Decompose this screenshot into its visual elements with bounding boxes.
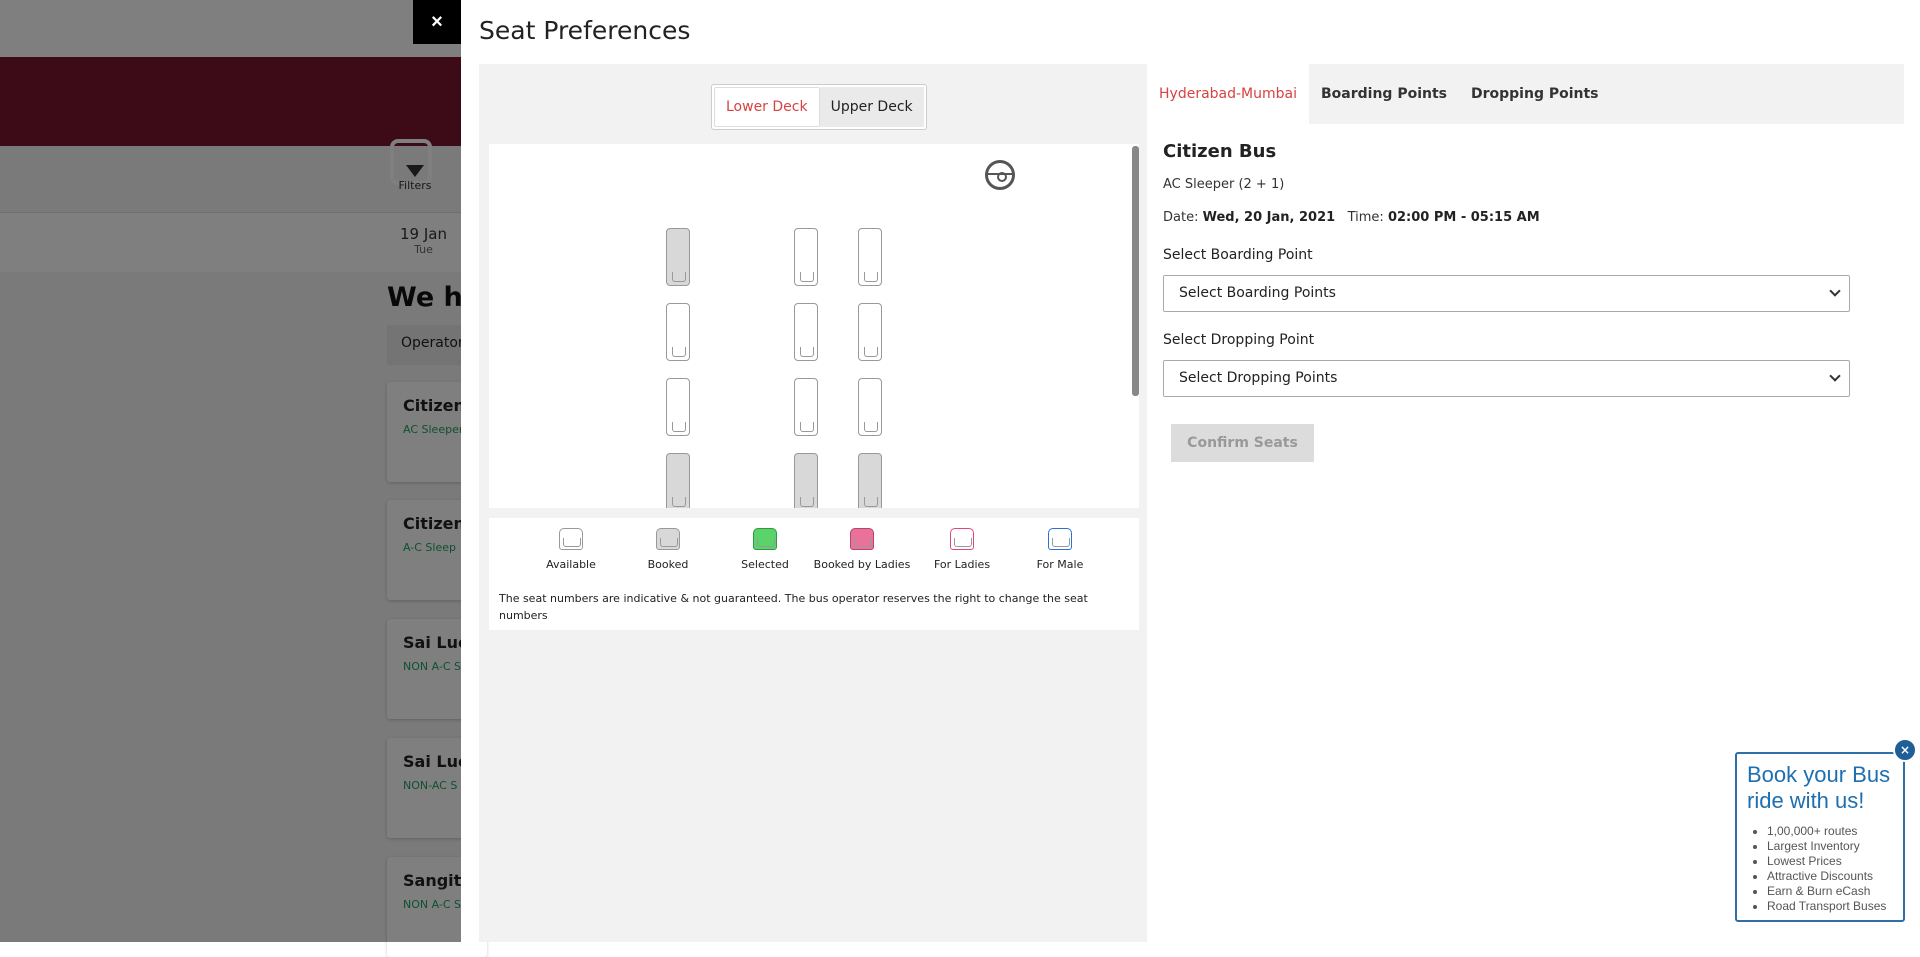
legend-item: Selected xyxy=(730,528,800,571)
bus-type: AC Sleeper (2 + 1) xyxy=(1163,177,1285,192)
seat-available[interactable] xyxy=(666,303,690,361)
lower-deck-button[interactable]: Lower Deck xyxy=(714,87,820,127)
dropping-point-select[interactable]: Select Dropping Points xyxy=(1163,360,1850,397)
close-modal-button[interactable]: × xyxy=(413,0,461,44)
page-title: Seat Preferences xyxy=(479,16,691,45)
promo-item: Attractive Discounts xyxy=(1767,869,1893,884)
trip-tabs: Hyderabad-Mumbai Boarding Points Droppin… xyxy=(1147,64,1904,124)
trip-details-section: Hyderabad-Mumbai Boarding Points Droppin… xyxy=(1147,64,1904,462)
journey-date: Wed, 20 Jan, 2021 xyxy=(1202,210,1336,225)
boarding-point-value: Select Boarding Points xyxy=(1179,285,1336,301)
legend-label: Booked by Ladies xyxy=(813,558,911,571)
promo-list: 1,00,000+ routes Largest Inventory Lowes… xyxy=(1767,824,1893,914)
legend-label: Booked xyxy=(647,558,689,571)
seat-available[interactable] xyxy=(858,303,882,361)
confirm-seats-button[interactable]: Confirm Seats xyxy=(1171,424,1314,462)
legend-label: Available xyxy=(546,558,596,571)
promo-item: Lowest Prices xyxy=(1767,854,1893,869)
legend-item: For Male xyxy=(1020,528,1100,571)
deck-toggle: Lower Deck Upper Deck xyxy=(711,84,927,130)
upper-deck-button[interactable]: Upper Deck xyxy=(819,87,924,127)
legend-item: Booked by Ladies xyxy=(807,528,917,571)
seat-for-male-icon xyxy=(1048,528,1072,550)
promo-item: 1,00,000+ routes xyxy=(1767,824,1893,839)
dropping-point-value: Select Dropping Points xyxy=(1179,370,1338,386)
seat-legend: Available Booked Selected Booked by Ladi… xyxy=(489,518,1139,630)
seat-booked-by-ladies-icon xyxy=(850,528,874,550)
promo-item: Largest Inventory xyxy=(1767,839,1893,854)
seat-available-icon xyxy=(559,528,583,550)
boarding-point-label: Select Boarding Point xyxy=(1163,247,1313,263)
time-label: Time: xyxy=(1347,210,1384,225)
chevron-down-icon xyxy=(1829,285,1841,297)
tab-route[interactable]: Hyderabad-Mumbai xyxy=(1147,64,1309,124)
seat-layout-section: Lower Deck Upper Deck Available Booked S… xyxy=(479,64,1147,942)
legend-item: Booked xyxy=(633,528,703,571)
seat-map xyxy=(489,144,1139,508)
dropping-point-label: Select Dropping Point xyxy=(1163,332,1315,348)
legend-item: Available xyxy=(536,528,606,571)
tab-boarding-points[interactable]: Boarding Points xyxy=(1309,64,1459,124)
date-label: Date: xyxy=(1163,210,1199,225)
seat-available[interactable] xyxy=(794,228,818,286)
seat-available[interactable] xyxy=(666,378,690,436)
seat-booked xyxy=(858,453,882,508)
tab-dropping-points[interactable]: Dropping Points xyxy=(1459,64,1611,124)
legend-item: For Ladies xyxy=(922,528,1002,571)
promo-close-button[interactable]: × xyxy=(1893,738,1917,762)
seat-disclaimer: The seat numbers are indicative & not gu… xyxy=(499,592,1088,622)
seat-selected-icon xyxy=(753,528,777,550)
seat-booked xyxy=(794,453,818,508)
boarding-point-select[interactable]: Select Boarding Points xyxy=(1163,275,1850,312)
promo-item: Road Transport Buses xyxy=(1767,899,1893,914)
seat-booked-icon xyxy=(656,528,680,550)
seat-booked xyxy=(666,228,690,286)
bus-name: Citizen Bus xyxy=(1163,141,1277,162)
seat-map-scrollbar[interactable] xyxy=(1132,146,1139,396)
journey-date-time: Date: Wed, 20 Jan, 2021 Time: 02:00 PM -… xyxy=(1163,210,1540,225)
journey-time: 02:00 PM - 05:15 AM xyxy=(1387,210,1540,225)
seat-available[interactable] xyxy=(858,228,882,286)
legend-label: For Ladies xyxy=(933,558,991,571)
legend-label: For Male xyxy=(1036,558,1084,571)
steering-wheel-icon xyxy=(985,160,1015,190)
seat-available[interactable] xyxy=(794,303,818,361)
promo-item: Earn & Burn eCash xyxy=(1767,884,1893,899)
chevron-down-icon xyxy=(1829,370,1841,382)
seat-available[interactable] xyxy=(858,378,882,436)
legend-label: Selected xyxy=(741,558,789,571)
seat-preferences-panel: Seat Preferences Lower Deck Upper Deck A… xyxy=(461,0,1920,942)
seat-available[interactable] xyxy=(794,378,818,436)
promo-widget: Book your Bus ride with us! 1,00,000+ ro… xyxy=(1735,752,1905,922)
seat-booked xyxy=(666,453,690,508)
seat-for-ladies-icon xyxy=(950,528,974,550)
promo-title: Book your Bus ride with us! xyxy=(1747,762,1891,813)
